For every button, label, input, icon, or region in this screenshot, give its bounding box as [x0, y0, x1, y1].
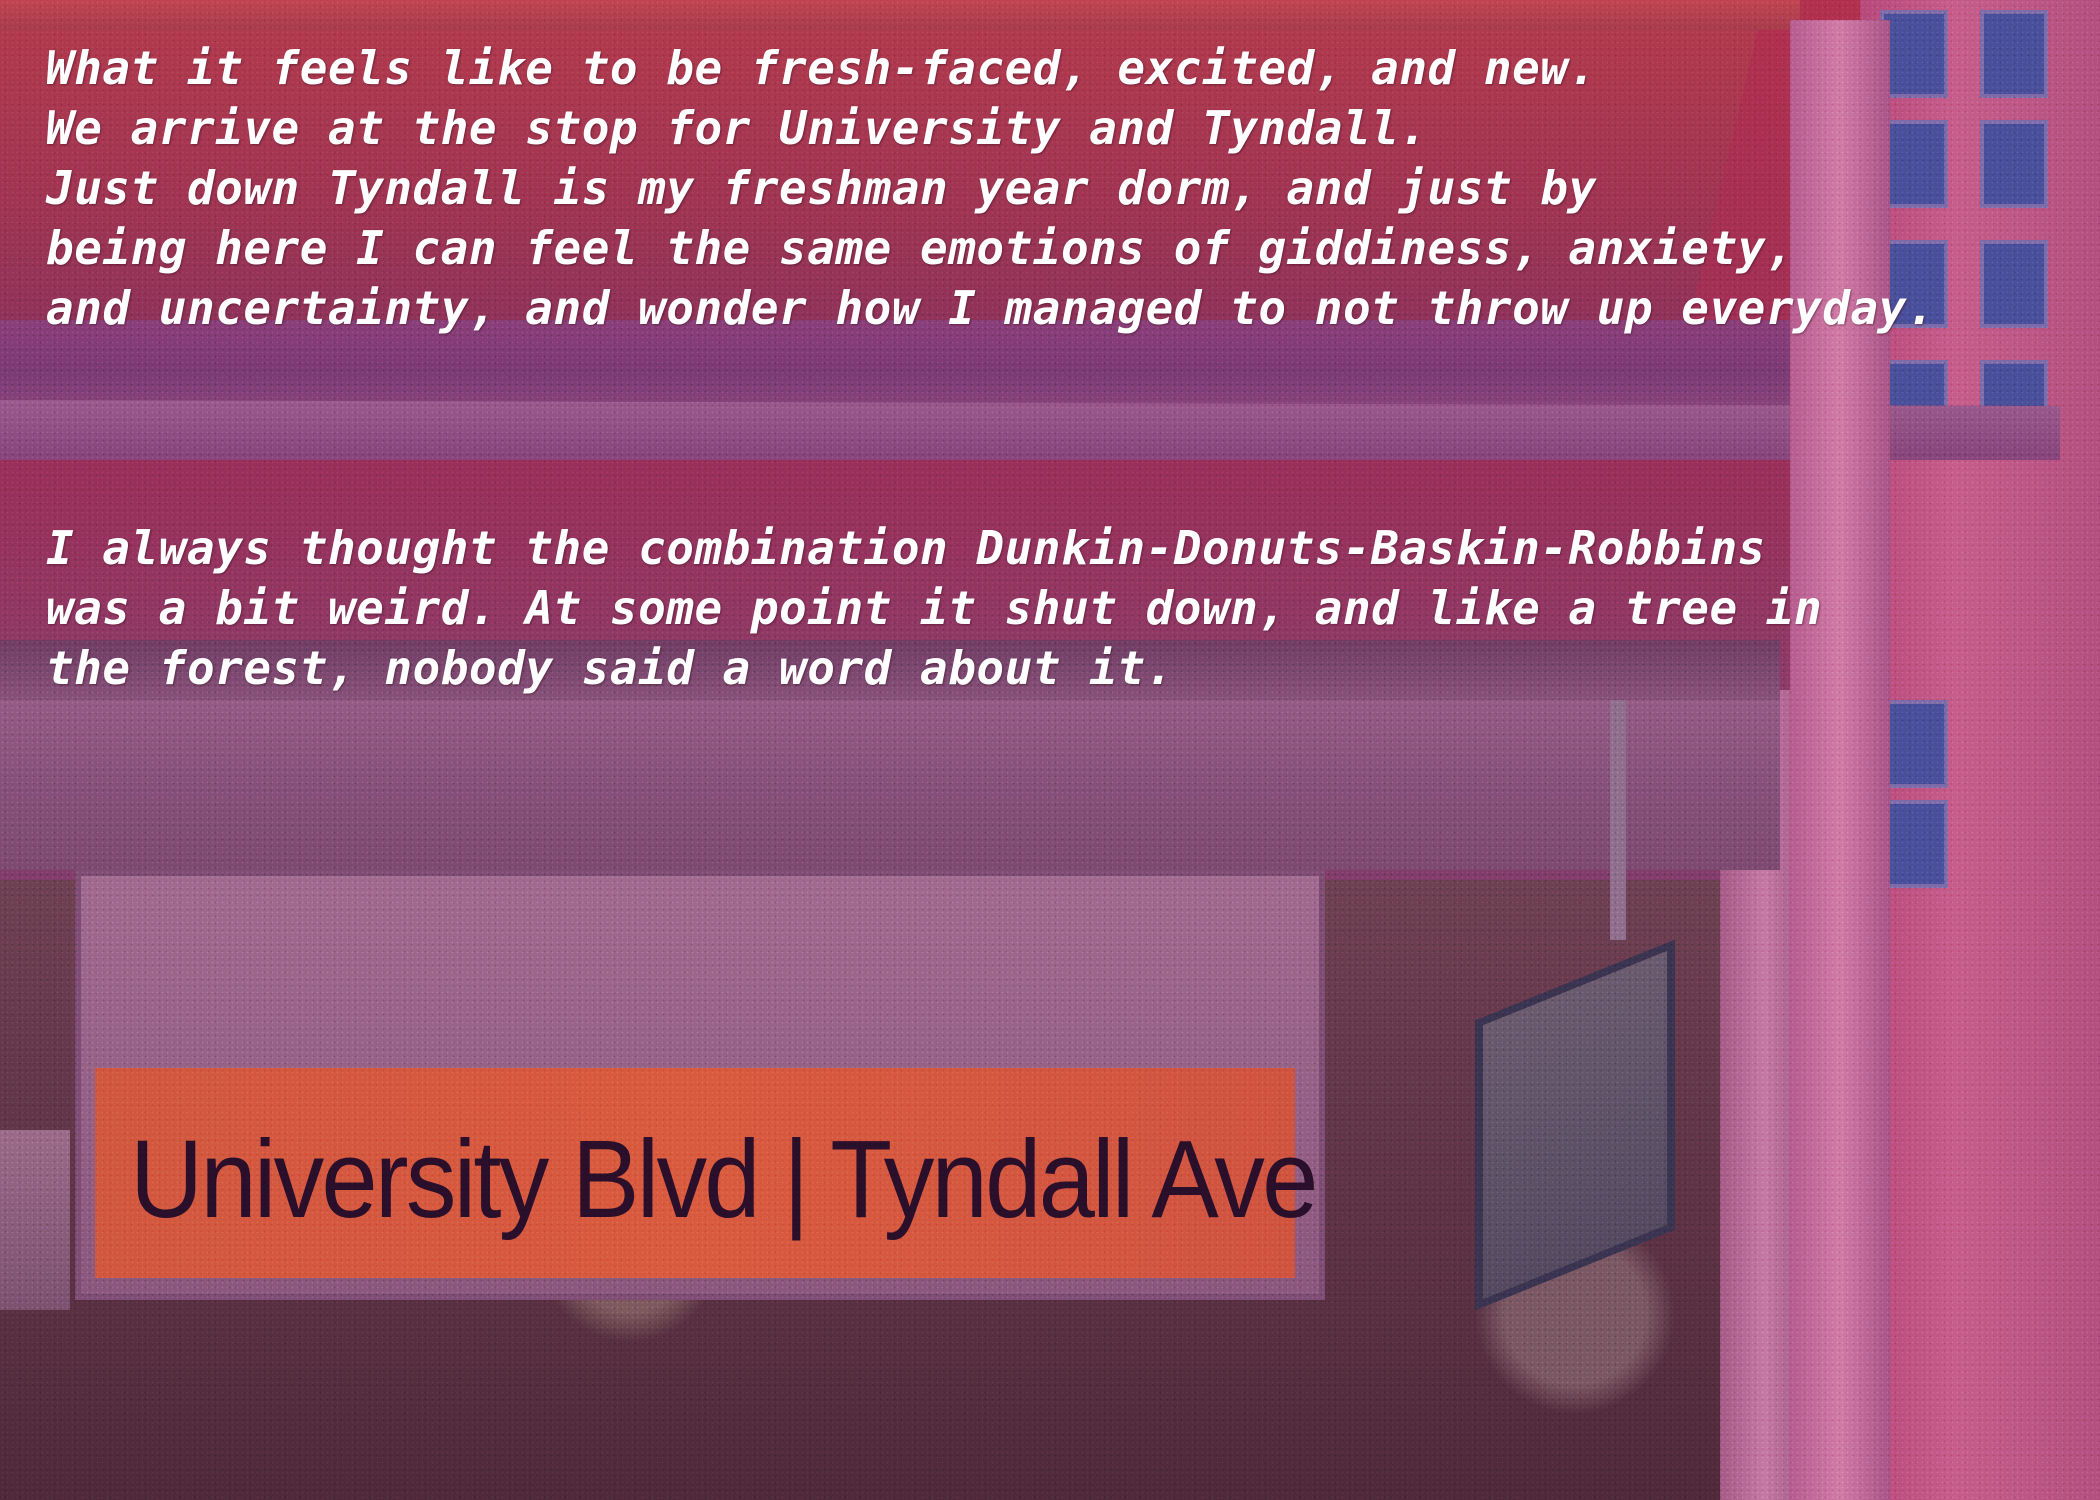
caption-line: and uncertainty, and wonder how I manage…: [46, 281, 1936, 335]
caption-line: was a bit weird. At some point it shut d…: [46, 581, 1823, 635]
caption-line: Just down Tyndall is my freshman year do…: [46, 161, 1597, 215]
caption-line: What it feels like to be fresh-faced, ex…: [46, 41, 1597, 95]
caption-paragraph-1: What it feels like to be fresh-faced, ex…: [46, 38, 2086, 338]
caption-line: being here I can feel the same emotions …: [46, 221, 1795, 275]
caption-line: the forest, nobody said a word about it.: [46, 641, 1174, 695]
caption-line: I always thought the combination Dunkin-…: [46, 521, 1766, 575]
caption-line: We arrive at the stop for University and…: [46, 101, 1428, 155]
caption-paragraph-2: I always thought the combination Dunkin-…: [46, 518, 2086, 698]
photo-scene: University Blvd | Tyndall Ave What it fe…: [0, 0, 2100, 1500]
